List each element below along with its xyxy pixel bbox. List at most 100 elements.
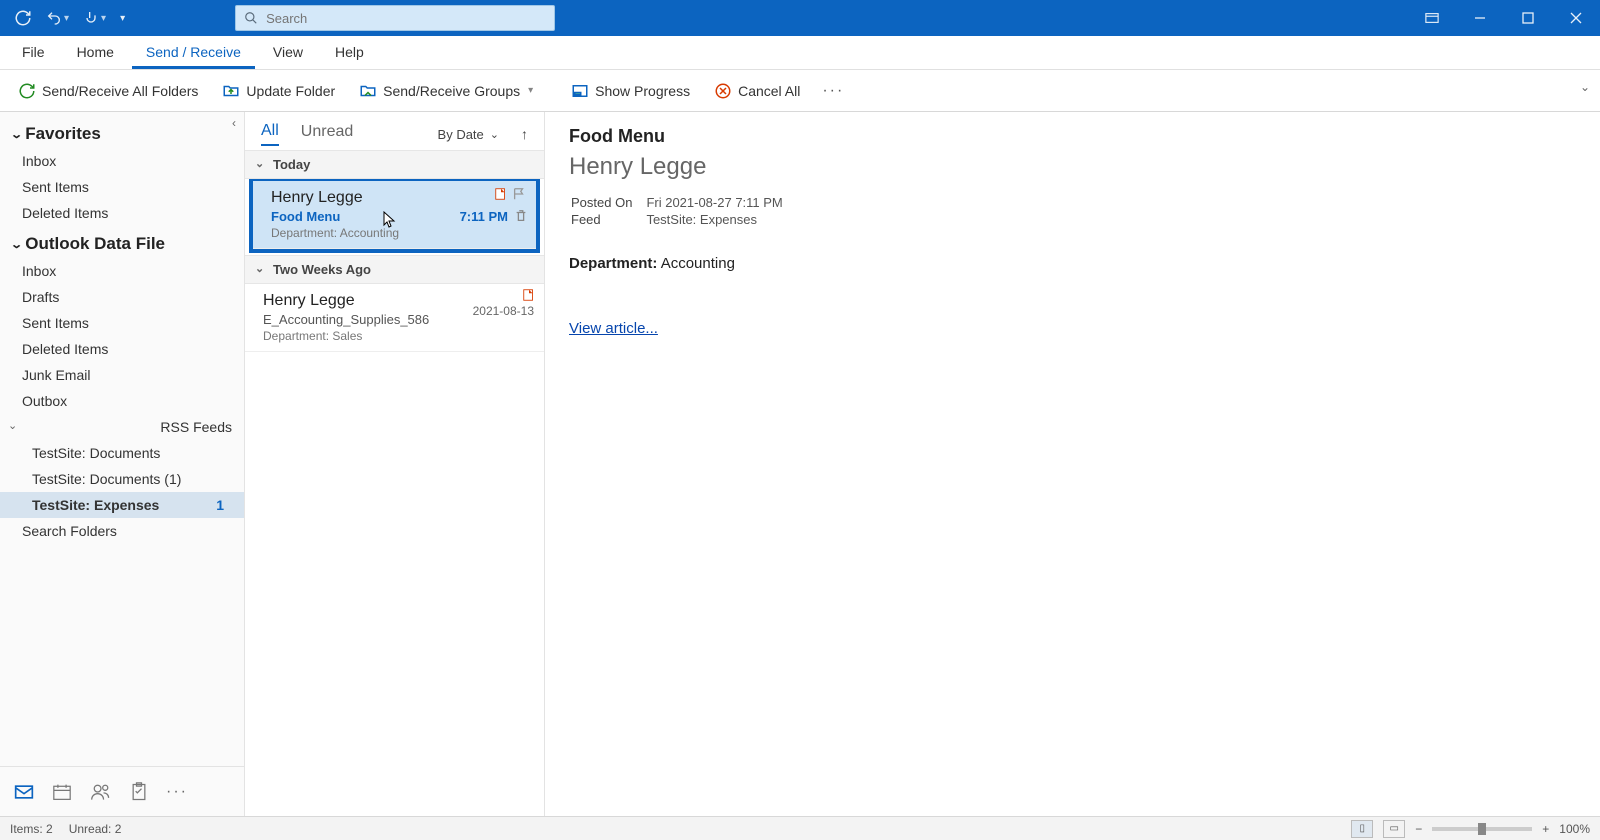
calendar-view-icon[interactable] [52,783,72,801]
selected-message-highlight: Henry LeggeFood MenuDepartment: Accounti… [249,177,540,253]
show-progress-label: Show Progress [595,83,690,99]
zoom-slider[interactable] [1432,827,1532,831]
touch-mode-icon[interactable]: ▾ [83,10,106,26]
search-box[interactable] [235,5,555,31]
sync-icon[interactable] [14,9,32,27]
delete-icon[interactable] [514,209,528,223]
message-item[interactable]: Henry LeggeFood MenuDepartment: Accounti… [253,181,536,249]
folder-item[interactable]: TestSite: Expenses1 [0,492,244,518]
tab-file[interactable]: File [8,36,59,69]
flag-icon[interactable] [512,187,526,201]
message-item[interactable]: Henry LeggeE_Accounting_Supplies_586Depa… [245,284,544,352]
chevron-down-icon: ⌄ [255,157,264,170]
folder-label: TestSite: Documents [32,445,160,461]
view-reading-icon[interactable]: ▭ [1383,820,1405,838]
nav-section-header[interactable]: ⌄Favorites [0,116,244,148]
filter-unread-tab[interactable]: Unread [301,123,353,145]
body-label: Department: [569,255,657,272]
feed-value: TestSite: Expenses [646,212,782,227]
tab-send-receive[interactable]: Send / Receive [132,36,255,69]
people-view-icon[interactable] [90,783,112,801]
message-from: Henry Legge [271,189,526,207]
zoom-out-icon[interactable]: − [1415,822,1422,836]
tasks-view-icon[interactable] [130,782,148,802]
view-article-link-wrap: View article... [569,320,1576,337]
show-progress-button[interactable]: Show Progress [561,78,700,104]
sort-label: By Date [438,127,484,142]
folder-count: 1 [216,497,232,513]
folder-item[interactable]: Deleted Items [0,336,244,362]
folder-label: Deleted Items [22,341,108,357]
folder-item[interactable]: Inbox [0,258,244,284]
ribbon-display-icon[interactable] [1408,0,1456,36]
qat-customize-icon[interactable]: ▾ [120,13,125,24]
cancel-all-button[interactable]: Cancel All [704,78,810,104]
folder-label: Junk Email [22,367,90,383]
filter-all-tab[interactable]: All [261,122,279,146]
chevron-down-icon: ⌄ [10,128,23,141]
send-receive-groups-label: Send/Receive Groups [383,83,520,99]
maximize-button[interactable] [1504,0,1552,36]
folder-item[interactable]: Outbox [0,388,244,414]
folder-item[interactable]: ⌄RSS Feeds [0,414,244,440]
undo-icon[interactable]: ▾ [46,10,69,26]
folder-label: Inbox [22,153,56,169]
nav-section-header[interactable]: ⌄Outlook Data File [0,226,244,258]
tab-view[interactable]: View [259,36,317,69]
folder-item[interactable]: Deleted Items [0,200,244,226]
status-bar: Items: 2 Unread: 2 ▯ ▭ − + 100% [0,816,1600,840]
folder-label: Search Folders [22,523,117,539]
folder-item[interactable]: TestSite: Documents (1) [0,466,244,492]
folder-label: Deleted Items [22,205,108,221]
folder-pane: ‹ ⌄Favorites Inbox Sent Items Deleted Items… [0,112,245,816]
chevron-down-icon: ▾ [528,85,533,96]
ribbon: Send/Receive All Folders Update Folder S… [0,70,1600,112]
send-receive-groups-button[interactable]: Send/Receive Groups ▾ [349,78,543,104]
message-group-header[interactable]: ⌄Today [245,150,544,179]
zoom-in-icon[interactable]: + [1542,822,1549,836]
send-receive-all-label: Send/Receive All Folders [42,83,198,99]
send-receive-all-button[interactable]: Send/Receive All Folders [8,78,208,104]
more-commands-icon[interactable]: ··· [814,82,852,100]
reading-body: Department: Accounting [569,255,1576,272]
main-area: ‹ ⌄Favorites Inbox Sent Items Deleted Items… [0,112,1600,816]
tab-help[interactable]: Help [321,36,378,69]
message-preview: Department: Sales [263,329,534,343]
folder-item[interactable]: Junk Email [0,362,244,388]
groups-icon [359,82,377,100]
tab-home[interactable]: Home [63,36,128,69]
collapse-nav-icon[interactable]: ‹ [232,116,236,130]
status-unread: Unread: 2 [69,822,122,836]
message-date: 7:11 PM [460,209,508,224]
search-input[interactable] [266,11,546,26]
update-folder-icon [222,82,240,100]
folder-item[interactable]: Search Folders [0,518,244,544]
view-normal-icon[interactable]: ▯ [1351,820,1373,838]
minimize-button[interactable] [1456,0,1504,36]
chevron-down-icon: ⌄ [8,419,17,435]
view-article-link[interactable]: View article... [569,320,658,337]
update-folder-button[interactable]: Update Folder [212,78,345,104]
sync-all-icon [18,82,36,100]
cancel-all-label: Cancel All [738,83,800,99]
folder-item[interactable]: Sent Items [0,174,244,200]
sort-selector[interactable]: By Date ⌄ [438,127,499,142]
reading-meta: Posted On Fri 2021-08-27 7:11 PM Feed Te… [569,193,785,229]
folder-item[interactable]: Drafts [0,284,244,310]
reading-subject: Food Menu [569,126,1576,147]
close-button[interactable] [1552,0,1600,36]
attachment-icon [494,187,508,201]
message-date: 2021-08-13 [473,304,534,318]
sort-ascending-icon[interactable]: ↑ [521,126,528,142]
message-group-header[interactable]: ⌄Two Weeks Ago [245,255,544,284]
message-preview: Department: Accounting [271,226,526,240]
folder-item[interactable]: Sent Items [0,310,244,336]
nav-more-icon[interactable]: ··· [166,783,188,801]
mail-view-icon[interactable] [14,784,34,800]
collapse-ribbon-icon[interactable]: ⌄ [1580,80,1590,94]
folder-item[interactable]: Inbox [0,148,244,174]
posted-on-label: Posted On [571,195,644,210]
progress-icon [571,82,589,100]
folder-item[interactable]: TestSite: Documents [0,440,244,466]
search-icon [244,11,258,25]
